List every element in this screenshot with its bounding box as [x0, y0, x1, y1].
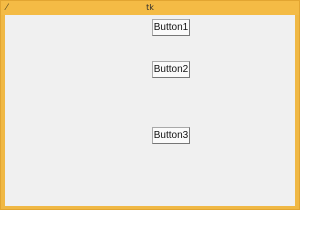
title-bar[interactable]: ⁄ tk	[1, 1, 299, 15]
button2[interactable]: Button2	[152, 61, 190, 78]
window-title: tk	[146, 3, 154, 12]
button1[interactable]: Button1	[152, 19, 190, 36]
window-client-area: Button1 Button2 Button3	[5, 15, 295, 206]
button3[interactable]: Button3	[152, 127, 190, 144]
tk-window: ⁄ tk Button1 Button2 Button3	[0, 0, 300, 210]
